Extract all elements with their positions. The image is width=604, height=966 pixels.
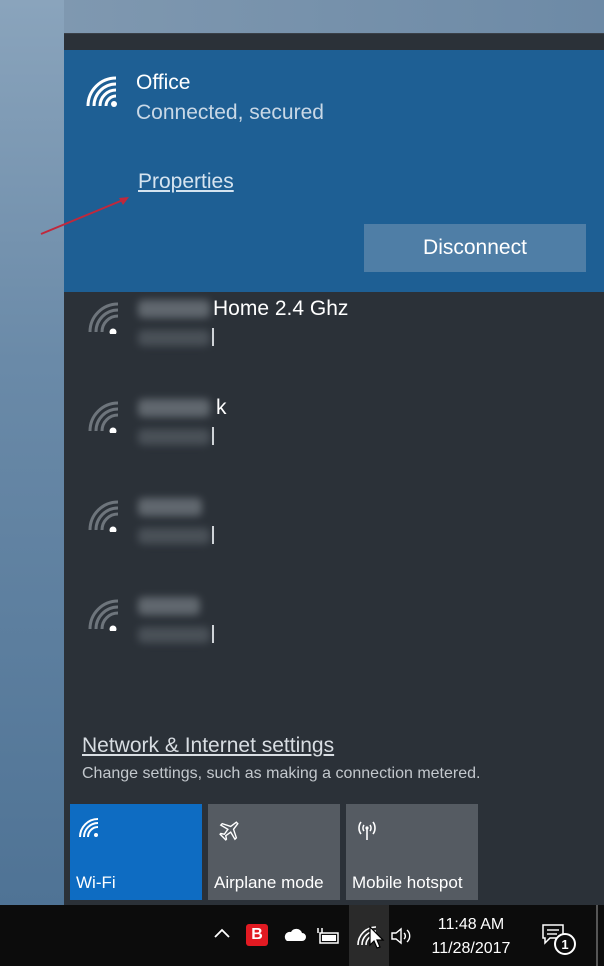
connected-network[interactable]: Office Connected, secured Properties Dis… xyxy=(40,50,604,292)
blurred-network-name xyxy=(138,300,210,318)
wifi-secured-icon xyxy=(88,302,119,334)
taskbar: B 11:48 AM 11/28/2017 1 xyxy=(0,905,604,966)
blurred-network-name xyxy=(138,399,210,417)
properties-link[interactable]: Properties xyxy=(138,170,234,194)
blurred-network-status xyxy=(138,429,210,445)
network-name-suffix: Home 2.4 Ghz xyxy=(213,297,349,320)
battery-plug-icon[interactable] xyxy=(316,926,342,946)
text-caret xyxy=(212,625,214,643)
wifi-icon xyxy=(86,76,117,107)
volume-icon[interactable] xyxy=(390,926,412,946)
notification-count-badge: 1 xyxy=(554,933,576,955)
text-caret xyxy=(212,526,214,544)
airplane-mode-tile[interactable]: Airplane mode xyxy=(208,804,340,900)
text-caret xyxy=(212,328,214,346)
tile-label: Mobile hotspot xyxy=(352,873,463,892)
tile-label: Airplane mode xyxy=(214,873,324,892)
wifi-icon xyxy=(79,818,99,838)
blurred-network-name xyxy=(138,498,202,516)
connected-network-status: Connected, secured xyxy=(136,101,324,124)
connected-network-name: Office xyxy=(136,71,191,94)
bitdefender-letter: B xyxy=(251,926,263,943)
network-list-item[interactable]: Home 2.4 Ghz xyxy=(64,290,604,388)
network-list-item[interactable] xyxy=(64,587,604,685)
mobile-hotspot-tile[interactable]: Mobile hotspot xyxy=(346,804,478,900)
blurred-network-status xyxy=(138,330,210,346)
network-list-item[interactable]: k xyxy=(64,389,604,487)
show-desktop-button[interactable] xyxy=(596,905,598,966)
chevron-up-icon[interactable] xyxy=(213,927,231,939)
network-settings-description: Change settings, such as making a connec… xyxy=(82,765,481,782)
text-caret xyxy=(212,427,214,445)
mouse-cursor-icon xyxy=(369,925,385,949)
network-settings-link[interactable]: Network & Internet settings xyxy=(82,734,334,758)
desktop-background xyxy=(0,0,64,905)
onedrive-icon[interactable] xyxy=(281,927,307,943)
wifi-secured-icon xyxy=(88,401,119,433)
blurred-network-name xyxy=(138,597,200,615)
network-list-item[interactable] xyxy=(64,488,604,586)
hotspot-icon xyxy=(358,821,376,840)
annotation-arrow xyxy=(40,197,129,235)
wifi-secured-icon xyxy=(88,599,119,631)
clock-time[interactable]: 11:48 AM xyxy=(416,916,526,934)
notification-count: 1 xyxy=(561,936,569,952)
network-flyout: Office Connected, secured Properties Dis… xyxy=(40,33,604,905)
blurred-network-status xyxy=(138,627,210,643)
wifi-toggle-tile[interactable]: Wi-Fi xyxy=(70,804,202,900)
desktop-background-top xyxy=(64,0,604,33)
network-name-suffix: k xyxy=(216,396,227,419)
blurred-network-status xyxy=(138,528,210,544)
bitdefender-icon[interactable]: B xyxy=(246,924,268,946)
wifi-secured-icon xyxy=(88,500,119,532)
clock-date[interactable]: 11/28/2017 xyxy=(416,940,526,958)
disconnect-button[interactable]: Disconnect xyxy=(364,224,586,272)
airplane-icon xyxy=(219,821,239,841)
tile-label: Wi-Fi xyxy=(76,873,116,892)
